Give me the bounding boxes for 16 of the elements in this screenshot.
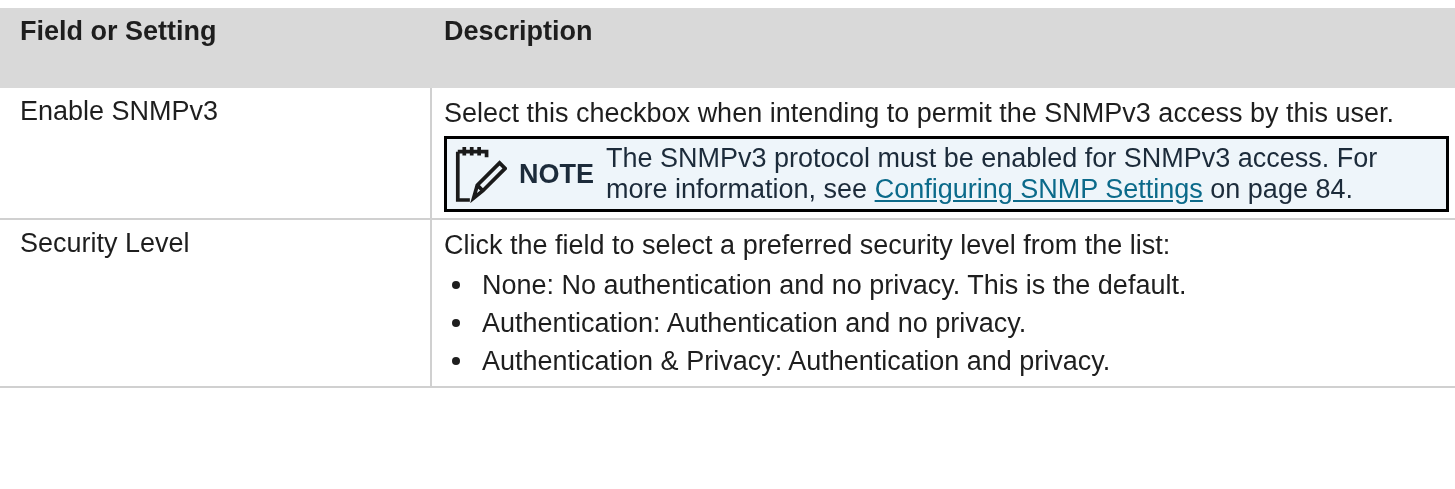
description-text: Click the field to select a preferred security level from the list: (444, 229, 1172, 262)
bullet-icon (452, 319, 460, 327)
column-header: Description (444, 16, 593, 46)
note-label: NOTE (519, 158, 594, 190)
field-name: Security Level (20, 228, 190, 258)
list-item-text: Authentication & Privacy: Authentication and privacy. (482, 345, 1111, 378)
note-text: The SNMPv3 protocol must be enabled for SNMPv3 access. For more information, see Configuring SNMP Settings on page 84. (606, 143, 1379, 205)
notepad-pencil-icon (455, 144, 507, 204)
bullet-icon (452, 357, 460, 365)
list-item-text: Authentication: Authentication and no privacy. (482, 307, 1027, 340)
field-name: Enable SNMPv3 (20, 96, 219, 126)
description-text: Select this checkbox when intending to permit the SNMPv3 access by this user. (444, 97, 1395, 130)
column-header: Field or Setting (20, 16, 217, 46)
bullet-icon (452, 281, 460, 289)
settings-link[interactable]: Configuring SNMP Settings (874, 174, 1203, 204)
list-item-text: None: No authentication and no privacy. This is the default. (482, 269, 1187, 302)
